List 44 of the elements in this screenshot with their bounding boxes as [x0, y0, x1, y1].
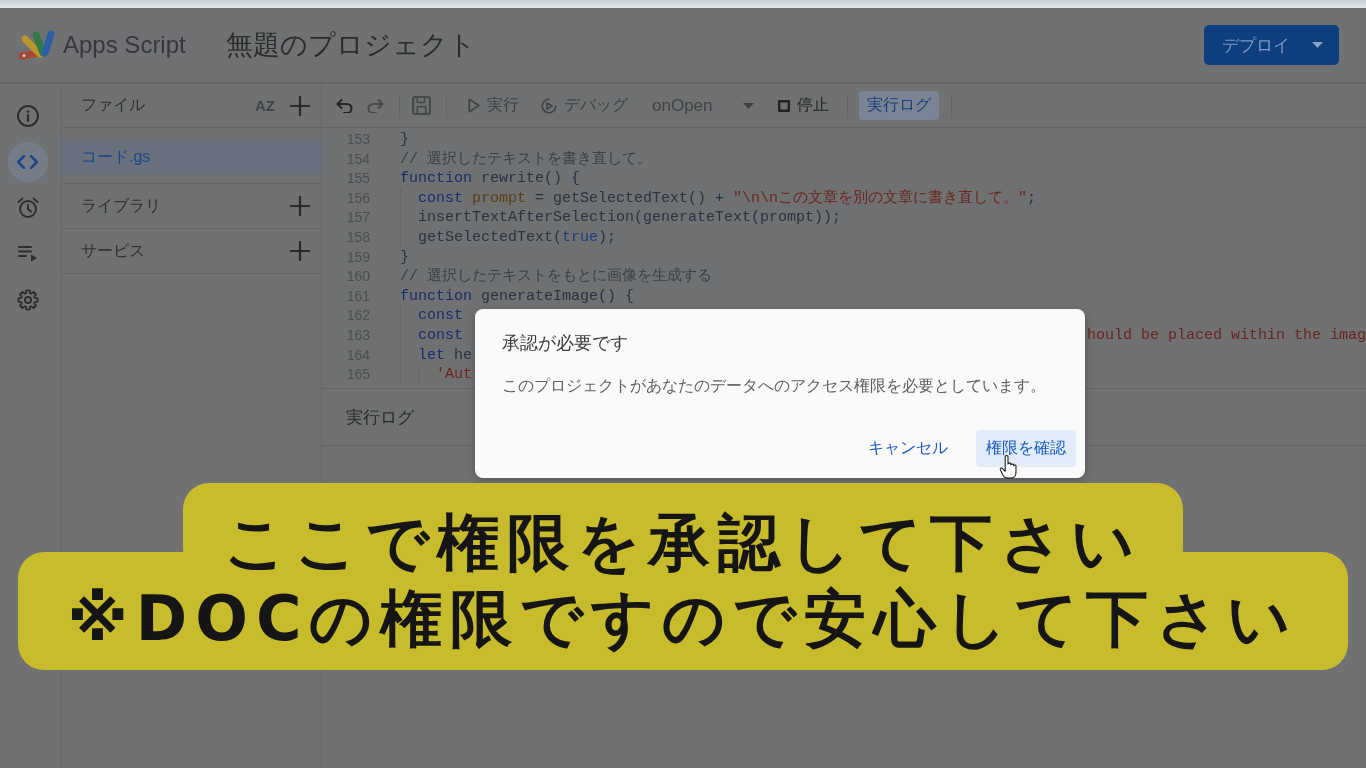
code-line: } — [400, 130, 409, 150]
debug-icon — [541, 97, 557, 114]
add-icon[interactable] — [290, 241, 310, 261]
app-name: Apps Script — [63, 31, 186, 59]
alarm-clock-icon — [16, 197, 39, 219]
app-logo — [18, 29, 55, 61]
caption-text: ※DOCの権限ですので安心して下さい — [67, 581, 1299, 657]
info-icon — [16, 105, 39, 127]
code-icon — [17, 155, 38, 169]
code-line: insertTextAfterSelection(generateText(prompt)); — [418, 208, 842, 228]
section-title[interactable]: サービス — [81, 240, 290, 262]
caret-down-icon — [1312, 42, 1323, 48]
sidebar-nav-button[interactable] — [7, 142, 48, 182]
file-item[interactable]: コード.gs — [62, 140, 321, 175]
code-line: function generateImage() { — [400, 286, 635, 307]
dialog-title: 承認が必要です — [502, 332, 628, 355]
code-line: } — [400, 247, 409, 268]
log-panel-title: 実行ログ — [346, 406, 414, 429]
add-icon[interactable] — [290, 95, 310, 116]
caret-down-icon — [742, 102, 754, 109]
code-line: const prompt = getSelectedText() + "\n\nこの文章を別の文章に書き直して。"; — [418, 188, 1037, 209]
add-icon[interactable] — [290, 196, 310, 216]
list-play-icon — [17, 246, 38, 262]
code-line: hould be placed within the imag — [1086, 325, 1366, 346]
files-heading: ファイル — [81, 95, 146, 115]
code-line: 'Aut — [436, 365, 472, 385]
stop-button[interactable]: 停止 — [777, 95, 829, 116]
code-line: function rewrite() { — [400, 169, 581, 189]
code-line: const — [418, 306, 463, 326]
undo-icon[interactable] — [336, 98, 353, 113]
code-line: const — [418, 325, 463, 346]
dialog-button[interactable]: キャンセル — [858, 430, 958, 467]
section-title[interactable]: ライブラリ — [81, 195, 290, 217]
play-icon — [468, 98, 480, 113]
caption-text: ここで権限を承認して下さい — [224, 505, 1142, 581]
code-line: getSelectedText(true); — [418, 227, 617, 248]
dialog-message: このプロジェクトがあなたのデータへのアクセス権限を必要としています。 — [502, 376, 1046, 396]
stop-icon — [777, 99, 790, 112]
dialog-button[interactable]: 権限を確認 — [976, 430, 1076, 467]
execution-log-button[interactable]: 実行ログ — [858, 91, 939, 120]
project-title: 無題のプロジェクト — [225, 29, 476, 62]
code-line: let he — [418, 345, 473, 366]
settings-icon — [16, 289, 39, 311]
deploy-button[interactable]: デプロイ — [1204, 25, 1339, 65]
